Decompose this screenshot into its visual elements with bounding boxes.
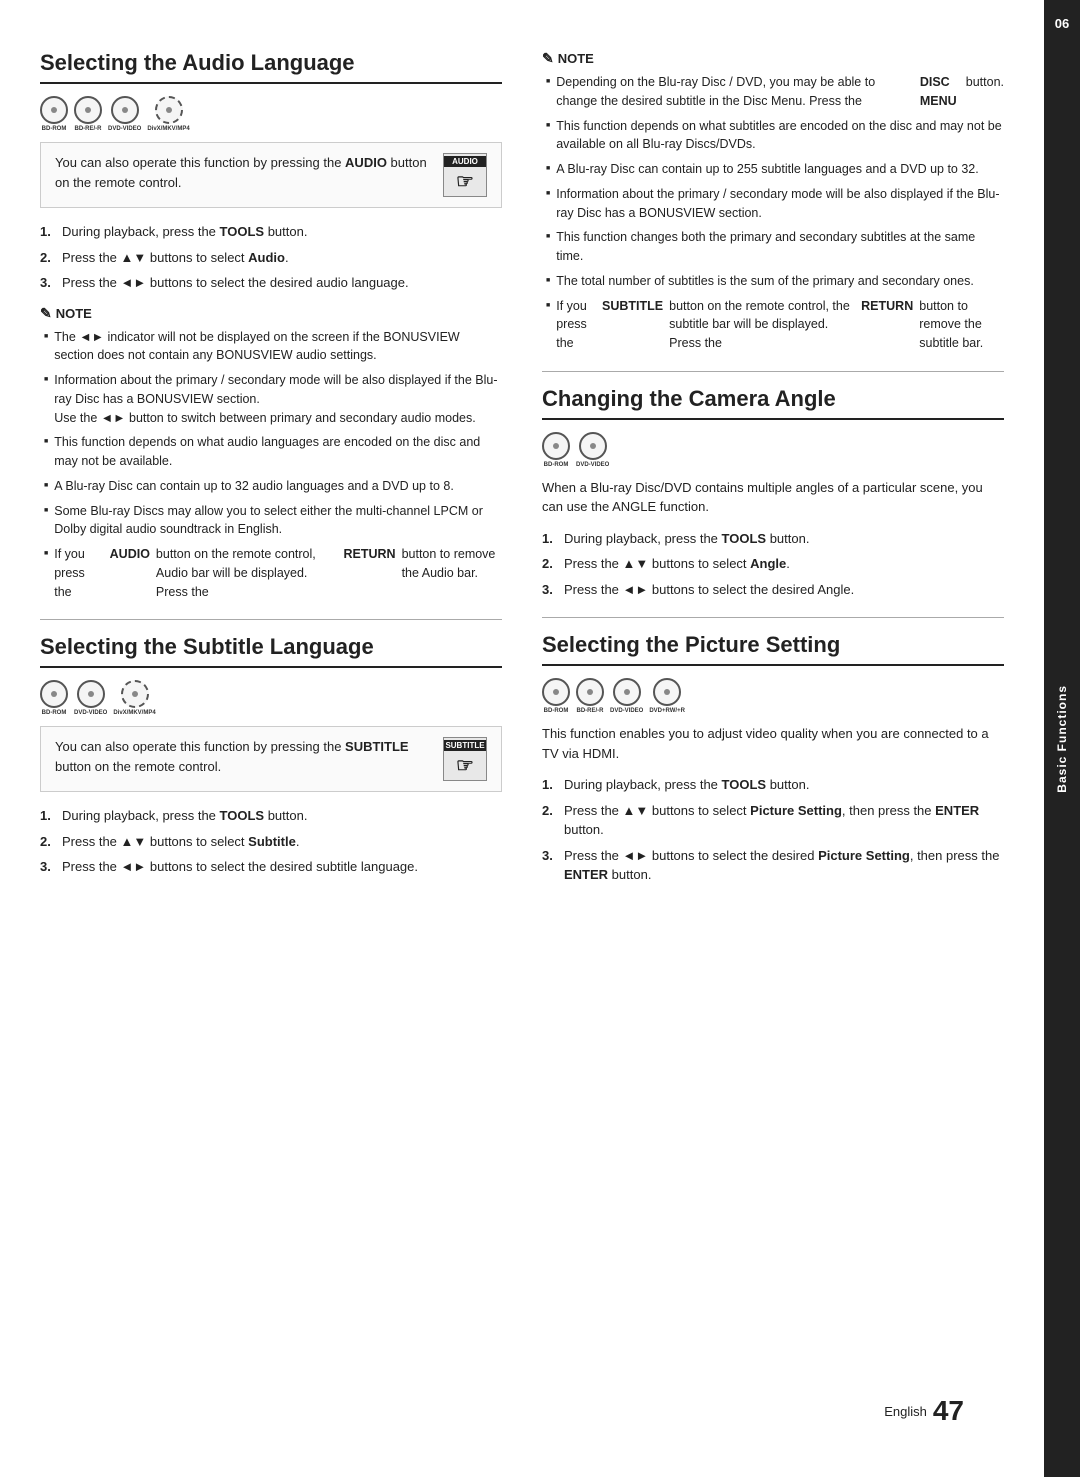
audio-note-4: A Blu-ray Disc can contain up to 32 audi… — [44, 477, 502, 496]
hand-icon: ☞ — [456, 169, 474, 194]
picture-setting-section: Selecting the Picture Setting BD-ROM BD-… — [542, 632, 1004, 885]
camera-disc-icon-dvdvideo: DVD-VIDEO — [576, 432, 609, 468]
audio-steps-list: 1. During playback, press the TOOLS butt… — [40, 222, 502, 293]
audio-note-1: The ◄► indicator will not be displayed o… — [44, 328, 502, 366]
subtitle-language-section: Selecting the Subtitle Language BD-ROM D… — [40, 634, 502, 877]
audio-note-section: ✎ NOTE The ◄► indicator will not be disp… — [40, 305, 502, 602]
audio-button-img: AUDIO ☞ — [443, 153, 487, 197]
picture-disc-icons: BD-ROM BD-RE/-R DVD-VIDEO DVD+RW/+R — [542, 678, 1004, 714]
disc-icon-divx: DivX/MKV/MP4 — [147, 96, 189, 132]
subtitle-step-3: 3. Press the ◄► buttons to select the de… — [40, 857, 502, 877]
audio-step-3: 3. Press the ◄► buttons to select the de… — [40, 273, 502, 293]
audio-note-3: This function depends on what audio lang… — [44, 433, 502, 471]
subtitle-disc-icons: BD-ROM DVD-VIDEO DivX/MKV/MP4 — [40, 680, 502, 716]
camera-disc-icons: BD-ROM DVD-VIDEO — [542, 432, 1004, 468]
subtitle-language-title: Selecting the Subtitle Language — [40, 634, 502, 668]
right-note-5: This function changes both the primary a… — [546, 228, 1004, 266]
camera-step-1: 1. During playback, press the TOOLS butt… — [542, 529, 1004, 549]
camera-disc-icon-bdrom: BD-ROM — [542, 432, 570, 468]
disc-circle-bdrom — [40, 96, 68, 124]
english-label: English — [884, 1404, 927, 1419]
subtitle-step-2: 2. Press the ▲▼ buttons to select Subtit… — [40, 832, 502, 852]
audio-disc-icons: BD-ROM BD-RE/-R DVD-VIDEO DivX/MKV/ — [40, 96, 502, 132]
picture-step-2: 2. Press the ▲▼ buttons to select Pictur… — [542, 801, 1004, 840]
right-note-7: If you press the SUBTITLE button on the … — [546, 297, 1004, 353]
divider-2 — [542, 371, 1004, 372]
disc-icon-bdrer: BD-RE/-R — [74, 96, 102, 132]
audio-note-6: If you press the AUDIO button on the rem… — [44, 545, 502, 601]
right-note-list: Depending on the Blu-ray Disc / DVD, you… — [542, 73, 1004, 353]
picture-intro: This function enables you to adjust vide… — [542, 724, 1004, 763]
right-note-2: This function depends on what subtitles … — [546, 117, 1004, 155]
picture-disc-icon-dvdrw: DVD+RW/+R — [649, 678, 685, 714]
right-note-title: ✎ NOTE — [542, 50, 1004, 67]
main-content: Selecting the Audio Language BD-ROM BD-R… — [0, 0, 1044, 1477]
right-note-3: A Blu-ray Disc can contain up to 255 sub… — [546, 160, 1004, 179]
two-column-layout: Selecting the Audio Language BD-ROM BD-R… — [40, 50, 1004, 1385]
side-tab-number: 06 — [1055, 16, 1069, 31]
audio-info-box: You can also operate this function by pr… — [40, 142, 502, 208]
right-note-section: ✎ NOTE Depending on the Blu-ray Disc / D… — [542, 50, 1004, 353]
audio-language-title: Selecting the Audio Language — [40, 50, 502, 84]
audio-note-2: Information about the primary / secondar… — [44, 371, 502, 427]
divider-3 — [542, 617, 1004, 618]
picture-step-1: 1. During playback, press the TOOLS butt… — [542, 775, 1004, 795]
audio-step-2: 2. Press the ▲▼ buttons to select Audio. — [40, 248, 502, 268]
subtitle-info-box-text: You can also operate this function by pr… — [55, 737, 433, 776]
picture-disc-icon-dvdvideo: DVD-VIDEO — [610, 678, 643, 714]
page-container: Selecting the Audio Language BD-ROM BD-R… — [0, 0, 1080, 1477]
audio-note-title: ✎ NOTE — [40, 305, 502, 322]
subtitle-steps-list: 1. During playback, press the TOOLS butt… — [40, 806, 502, 877]
disc-circle-bdrer — [74, 96, 102, 124]
disc-icon-dvdvideo: DVD-VIDEO — [108, 96, 141, 132]
subtitle-disc-icon-divx: DivX/MKV/MP4 — [113, 680, 155, 716]
picture-steps-list: 1. During playback, press the TOOLS butt… — [542, 775, 1004, 885]
side-tab: 06 Basic Functions — [1044, 0, 1080, 1477]
picture-disc-icon-bdrer: BD-RE/-R — [576, 678, 604, 714]
subtitle-disc-icon-dvdvideo: DVD-VIDEO — [74, 680, 107, 716]
subtitle-info-box: You can also operate this function by pr… — [40, 726, 502, 792]
camera-step-3: 3. Press the ◄► buttons to select the de… — [542, 580, 1004, 600]
camera-angle-title: Changing the Camera Angle — [542, 386, 1004, 420]
right-column: ✎ NOTE Depending on the Blu-ray Disc / D… — [542, 50, 1004, 1385]
camera-steps-list: 1. During playback, press the TOOLS butt… — [542, 529, 1004, 600]
disc-circle-divx — [155, 96, 183, 124]
page-number: 47 — [933, 1395, 964, 1427]
side-tab-label: Basic Functions — [1055, 685, 1069, 793]
page-footer: English 47 — [40, 1385, 1004, 1437]
right-note-4: Information about the primary / secondar… — [546, 185, 1004, 223]
audio-info-box-text: You can also operate this function by pr… — [55, 153, 433, 192]
camera-step-2: 2. Press the ▲▼ buttons to select Angle. — [542, 554, 1004, 574]
picture-disc-icon-bdrom: BD-ROM — [542, 678, 570, 714]
note-icon: ✎ — [40, 305, 52, 322]
disc-icon-bdrom: BD-ROM — [40, 96, 68, 132]
camera-intro: When a Blu-ray Disc/DVD contains multipl… — [542, 478, 1004, 517]
right-note-1: Depending on the Blu-ray Disc / DVD, you… — [546, 73, 1004, 111]
right-note-6: The total number of subtitles is the sum… — [546, 272, 1004, 291]
camera-angle-section: Changing the Camera Angle BD-ROM DVD-VID… — [542, 386, 1004, 600]
disc-circle-dvdvideo — [111, 96, 139, 124]
picture-setting-title: Selecting the Picture Setting — [542, 632, 1004, 666]
audio-note-5: Some Blu-ray Discs may allow you to sele… — [44, 502, 502, 540]
subtitle-disc-icon-bdrom: BD-ROM — [40, 680, 68, 716]
audio-note-list: The ◄► indicator will not be displayed o… — [40, 328, 502, 602]
subtitle-hand-icon: ☞ — [456, 753, 474, 778]
subtitle-step-1: 1. During playback, press the TOOLS butt… — [40, 806, 502, 826]
divider-1 — [40, 619, 502, 620]
audio-language-section: Selecting the Audio Language BD-ROM BD-R… — [40, 50, 502, 601]
subtitle-button-img: SUBTITLE ☞ — [443, 737, 487, 781]
left-column: Selecting the Audio Language BD-ROM BD-R… — [40, 50, 502, 1385]
picture-step-3: 3. Press the ◄► buttons to select the de… — [542, 846, 1004, 885]
audio-step-1: 1. During playback, press the TOOLS butt… — [40, 222, 502, 242]
